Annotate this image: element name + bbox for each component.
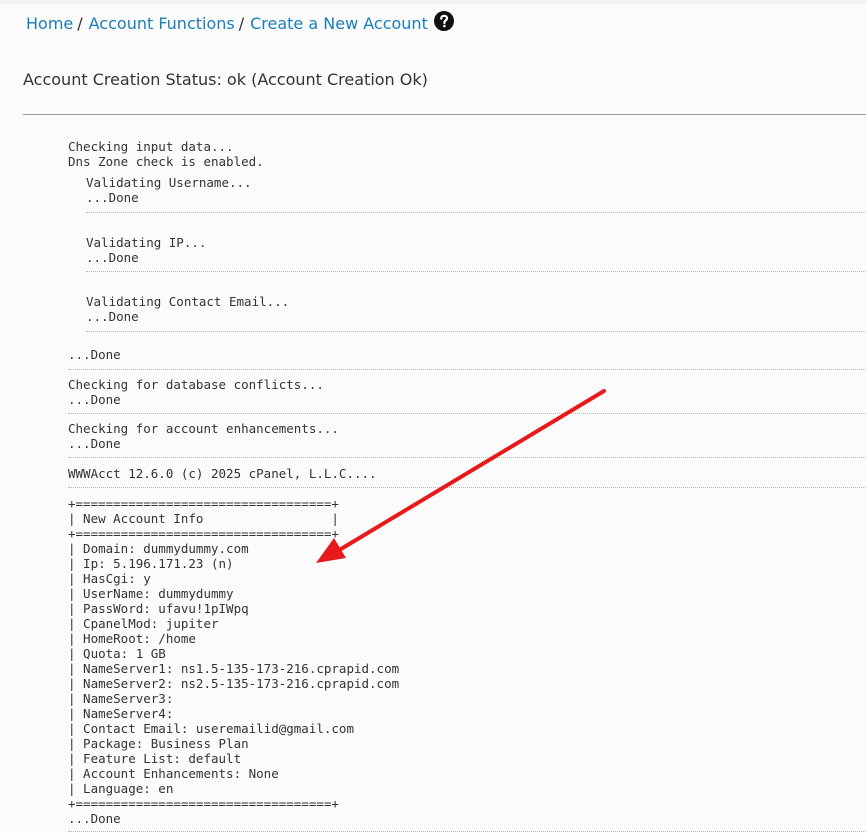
- account-info-username: | UserName: dummydummy: [68, 586, 234, 601]
- log-validate-email: Validating Contact Email...: [86, 294, 290, 309]
- new-account-info-box: +==================================+ | N…: [68, 496, 399, 811]
- log-final-done: ...Done: [68, 811, 121, 826]
- log-checking-input: Checking input data...: [68, 139, 234, 154]
- account-info-contact-email: | Contact Email: useremailid@gmail.com: [68, 721, 354, 736]
- log-db-conflicts: Checking for database conflicts...: [68, 377, 324, 392]
- account-info-enhancements: | Account Enhancements: None: [68, 766, 279, 781]
- log-enhancements: Checking for account enhancements...: [68, 421, 339, 436]
- log-enhancements-done: ...Done: [68, 436, 121, 451]
- top-strip: [0, 0, 866, 4]
- log-validate-email-done: ...Done: [86, 309, 139, 324]
- account-info-border-bottom: +==================================+: [68, 796, 339, 811]
- account-info-package: | Package: Business Plan: [68, 736, 249, 751]
- log-validate-ip: Validating IP...: [86, 235, 207, 250]
- account-info-ip: | Ip: 5.196.171.23 (n): [68, 556, 234, 571]
- account-info-password: | PassWord: ufavu!1pIWpq: [68, 601, 249, 616]
- account-info-homeroot: | HomeRoot: /home: [68, 631, 196, 646]
- log-divider: [68, 369, 866, 370]
- log-dns-zone: Dns Zone check is enabled.: [68, 154, 264, 169]
- log-validate-username-done: ...Done: [86, 190, 139, 205]
- log-divider: [68, 487, 866, 488]
- account-info-feature-list: | Feature List: default: [68, 751, 242, 766]
- account-info-nameserver1: | NameServer1: ns1.5-135-173-216.cprapid…: [68, 661, 400, 676]
- account-creation-status: Account Creation Status: ok (Account Cre…: [23, 70, 428, 89]
- account-info-border-mid: +==================================+: [68, 526, 339, 541]
- log-divider: [68, 457, 866, 458]
- account-info-language: | Language: en: [68, 781, 174, 796]
- log-db-conflicts-done: ...Done: [68, 392, 121, 407]
- account-info-nameserver3: | NameServer3:: [68, 691, 174, 706]
- log-input-done: ...Done: [68, 347, 121, 362]
- account-info-cpanelmod: | CpanelMod: jupiter: [68, 616, 219, 631]
- account-info-domain: | Domain: dummydummy.com: [68, 541, 249, 556]
- account-info-nameserver4: | NameServer4:: [68, 706, 174, 721]
- log-divider: [86, 271, 866, 272]
- log-divider: [68, 413, 866, 414]
- account-info-quota: | Quota: 1 GB: [68, 646, 166, 661]
- log-wwwacct-version: WWWAcct 12.6.0 (c) 2025 cPanel, L.L.C...…: [68, 466, 377, 481]
- status-divider: [23, 114, 866, 115]
- breadcrumb-account-functions-link[interactable]: Account Functions: [89, 14, 235, 33]
- log-divider: [68, 831, 866, 832]
- account-info-header: | New Account Info |: [68, 511, 339, 526]
- question-circle-icon[interactable]: [433, 11, 454, 31]
- breadcrumb-home-link[interactable]: Home: [26, 14, 73, 33]
- log-validate-username: Validating Username...: [86, 175, 252, 190]
- log-validate-ip-done: ...Done: [86, 250, 139, 265]
- breadcrumb-create-account-link[interactable]: Create a New Account: [250, 14, 428, 33]
- account-info-hascgi: | HasCgi: y: [68, 571, 151, 586]
- account-info-border-top: +==================================+: [68, 496, 339, 511]
- log-divider: [86, 212, 866, 213]
- breadcrumb-separator: /: [77, 13, 83, 33]
- breadcrumb: Home / Account Functions / Create a New …: [26, 11, 454, 35]
- account-info-nameserver2: | NameServer2: ns2.5-135-173-216.cprapid…: [68, 676, 400, 691]
- log-divider: [86, 331, 866, 332]
- breadcrumb-separator: /: [238, 13, 245, 33]
